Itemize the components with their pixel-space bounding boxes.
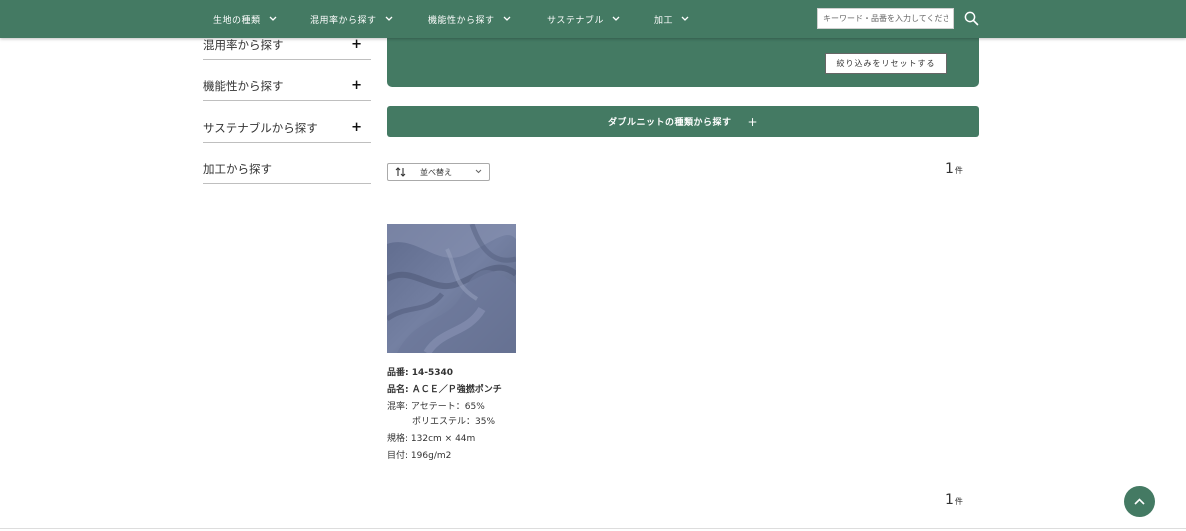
nav-label: サステナブル <box>547 15 604 26</box>
result-count-number: 1 <box>945 161 954 177</box>
nav-label: 混用率から探す <box>310 15 377 26</box>
sidebar-item-functionality[interactable]: 機能性から探す + <box>203 71 371 101</box>
sidebar-item-sustainable[interactable]: サステナブルから探す + <box>203 113 371 143</box>
nav-blend-ratio[interactable]: 混用率から探す <box>310 0 393 38</box>
chevron-down-icon <box>612 16 620 22</box>
product-weight-value: 196g/m2 <box>410 451 452 461</box>
result-count-unit: 件 <box>954 497 963 506</box>
product-weight: 目付: 196g/m2 <box>387 448 451 461</box>
plus-icon: + <box>351 78 362 93</box>
product-number: 品番: 14-5340 <box>387 365 453 378</box>
chevron-down-icon <box>681 16 689 22</box>
product-blend-line: アセテート：65% <box>410 402 485 412</box>
sort-select[interactable]: 並べ替え <box>387 163 490 181</box>
top-navigation: 生地の種類 混用率から探す 機能性から探す サステナブル 加工 <box>0 0 1186 38</box>
result-count-top: 1件 <box>945 161 963 177</box>
product-spec-value: 132cm × 44m <box>410 434 476 444</box>
chevron-down-icon <box>475 169 482 174</box>
chevron-up-icon <box>1134 498 1145 505</box>
page: 生地の種類 混用率から探す 機能性から探す サステナブル 加工 キーワード・品番… <box>0 0 1186 531</box>
nav-sustainable[interactable]: サステナブル <box>547 0 620 38</box>
result-count-unit: 件 <box>954 166 963 175</box>
product-spec: 規格: 132cm × 44m <box>387 431 475 444</box>
product-weight-label: 目付: <box>387 451 409 461</box>
product-name-label: 品名: <box>387 385 409 395</box>
sidebar-item-label: 加工から探す <box>203 161 272 176</box>
double-knit-type-accordion[interactable]: ダブルニットの種類から探す + <box>387 106 979 137</box>
product-number-value: 14-5340 <box>411 368 454 378</box>
sidebar-item-label: 混用率から探す <box>203 37 284 52</box>
accordion-label: ダブルニットの種類から探す <box>607 118 732 128</box>
product-blend-line: ポリエステル：35% <box>412 417 496 427</box>
nav-processing[interactable]: 加工 <box>654 0 689 38</box>
product-blend-line-2: ポリエステル：35% <box>412 414 495 427</box>
nav-fabric-type[interactable]: 生地の種類 <box>213 0 277 38</box>
product-number-label: 品番: <box>387 368 409 378</box>
plus-icon: + <box>351 37 362 52</box>
product-image[interactable] <box>387 224 516 353</box>
search-icon[interactable] <box>963 10 980 27</box>
search-input[interactable] <box>817 8 954 29</box>
result-count-bottom: 1件 <box>945 492 963 508</box>
result-count-number: 1 <box>945 492 954 508</box>
chevron-down-icon <box>269 16 277 22</box>
sort-label: 並べ替え <box>420 167 452 177</box>
footer-divider <box>0 528 1186 529</box>
chevron-down-icon <box>385 16 393 22</box>
sort-icon <box>395 167 406 177</box>
sidebar-item-label: 機能性から探す <box>203 78 284 93</box>
product-name-value: ＡＣＥ／Ｐ強撚ポンチ <box>411 385 502 395</box>
product-name[interactable]: 品名: ＡＣＥ／Ｐ強撚ポンチ <box>387 382 502 395</box>
plus-icon: + <box>747 114 759 129</box>
nav-label: 生地の種類 <box>213 15 261 26</box>
plus-icon: + <box>351 120 362 135</box>
back-to-top-button[interactable] <box>1124 486 1155 517</box>
nav-label: 加工 <box>654 15 674 26</box>
product-blend-label: 混率: <box>387 402 409 412</box>
chevron-down-icon <box>503 16 511 22</box>
sidebar-item-processing[interactable]: 加工から探す <box>203 154 371 184</box>
nav-label: 機能性から探す <box>428 15 495 26</box>
reset-filters-button[interactable]: 絞り込みをリセットする <box>825 53 947 74</box>
sidebar-item-label: サステナブルから探す <box>203 120 318 135</box>
product-blend: 混率: アセテート：65% <box>387 399 485 412</box>
product-spec-label: 規格: <box>387 434 409 444</box>
nav-functionality[interactable]: 機能性から探す <box>428 0 511 38</box>
fabric-photo <box>387 224 516 353</box>
